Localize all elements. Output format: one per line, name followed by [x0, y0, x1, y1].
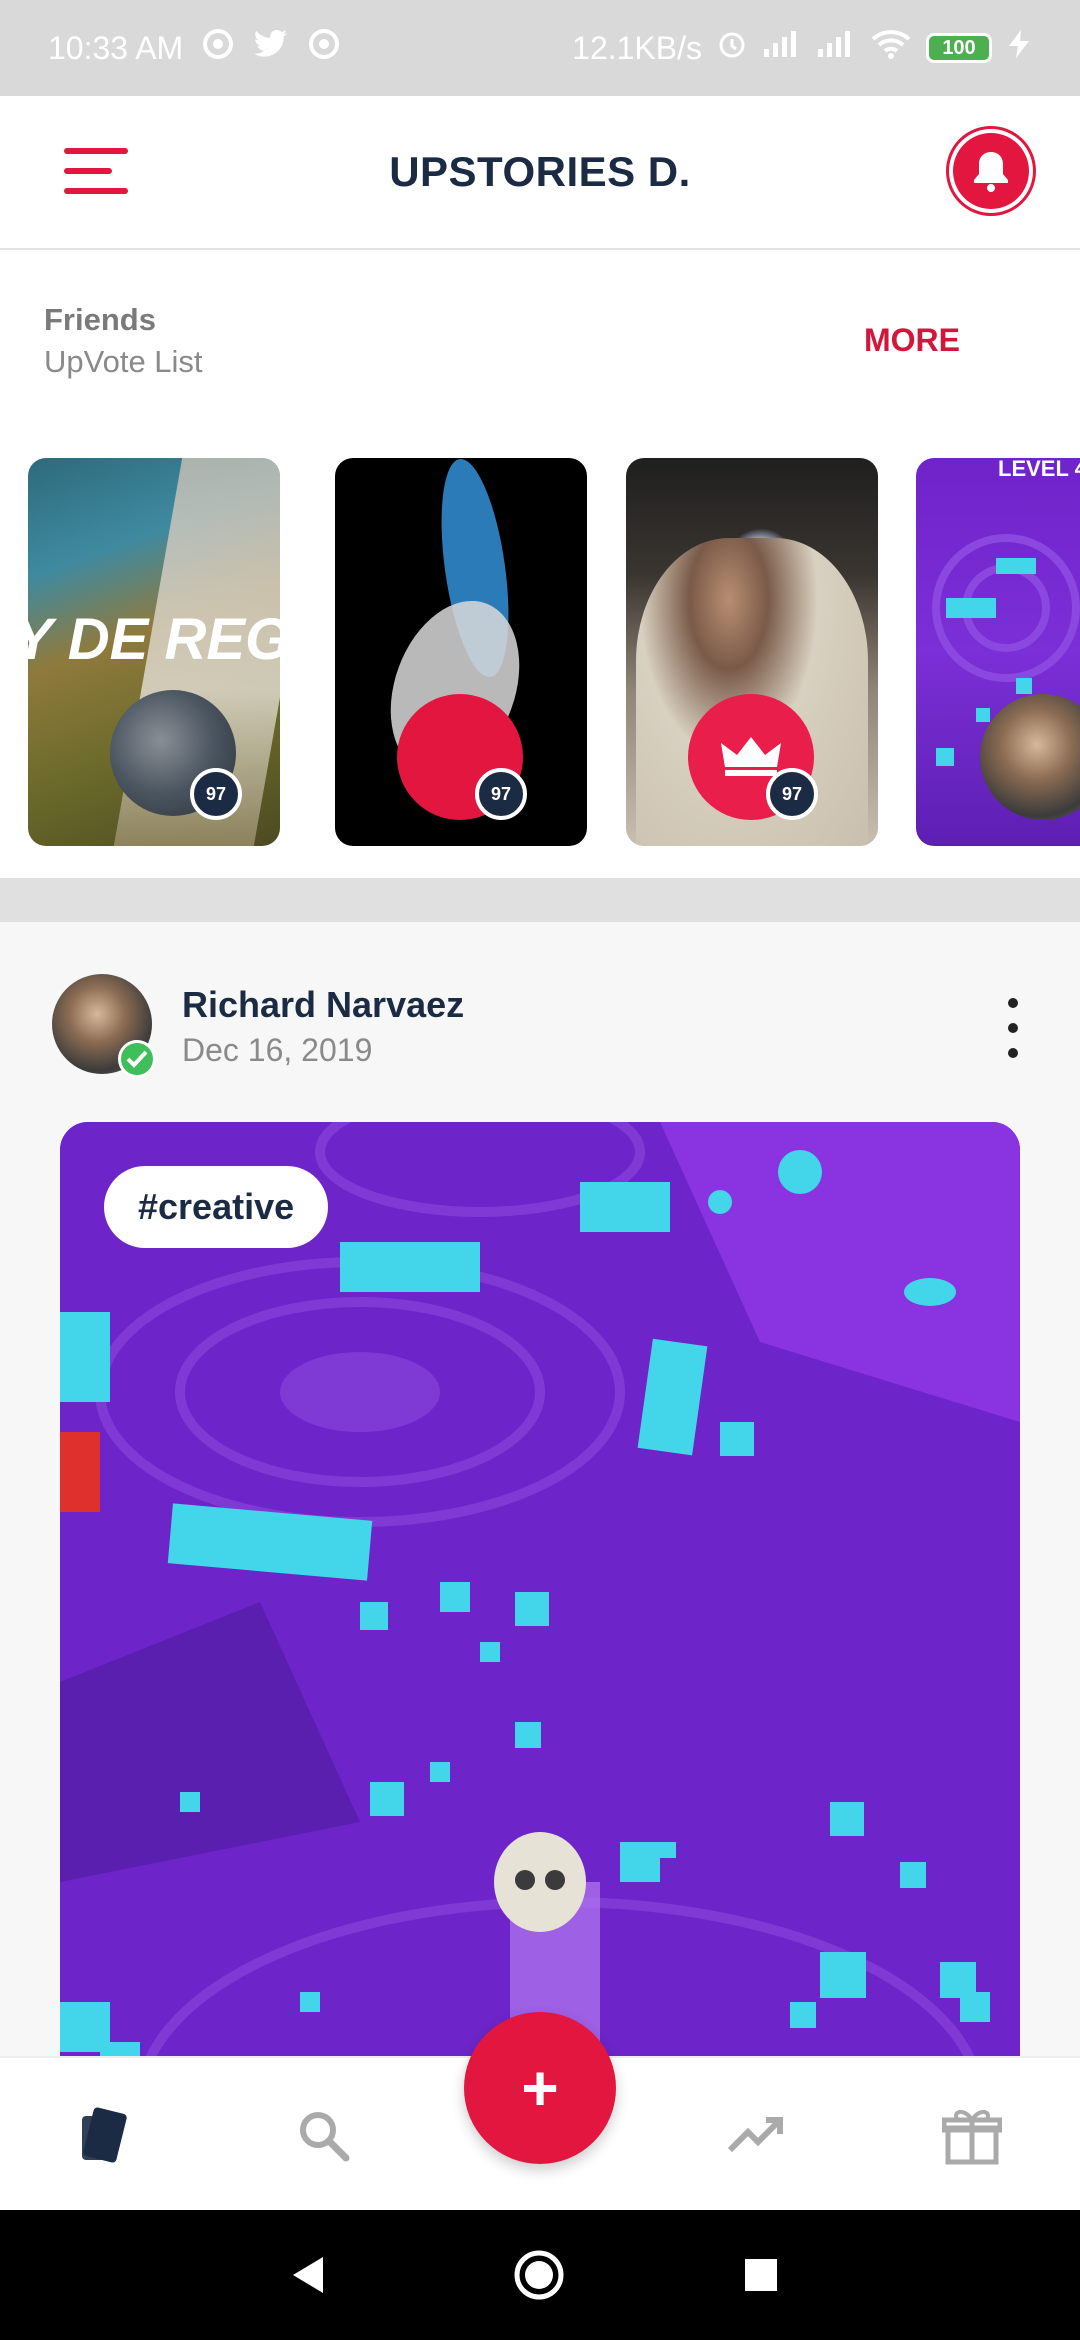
story-card[interactable]: 97 — [335, 458, 587, 846]
game-artwork — [60, 1122, 1020, 2082]
search-icon — [300, 2112, 350, 2162]
upvote-badge: 97 — [190, 768, 242, 820]
trending-tab[interactable] — [724, 2104, 788, 2168]
search-tab[interactable] — [292, 2104, 356, 2168]
battery-icon: 100 — [926, 33, 992, 63]
story-card[interactable]: Y DE REG 97 — [28, 458, 280, 846]
status-time: 10:33 AM — [48, 29, 184, 66]
friends-title: Friends — [44, 302, 156, 337]
notifications-button[interactable] — [946, 126, 1036, 216]
friends-section: Friends UpVote List MORE Y DE REG 97 97 — [0, 250, 1080, 878]
story-card[interactable]: LEVEL 4 — [916, 458, 1080, 846]
signal-icon — [762, 29, 802, 67]
post-date: Dec 16, 2019 — [182, 1032, 373, 1068]
verified-icon — [118, 1040, 156, 1078]
gift-tab[interactable] — [940, 2104, 1004, 2168]
app-title: UPSTORIES D. — [389, 148, 691, 195]
home-icon — [514, 2250, 564, 2300]
bell-icon — [974, 152, 1008, 192]
twitter-icon — [253, 28, 289, 68]
network-speed: 12.1KB/s — [572, 29, 702, 66]
system-nav-bar — [0, 2210, 1080, 2340]
stories-tab[interactable] — [76, 2104, 140, 2168]
app-screen: 10:33 AM 12.1KB/s 100 UPSTORIES D. Frien… — [0, 0, 1080, 2340]
recents-button[interactable] — [734, 2248, 788, 2302]
section-divider — [0, 878, 1080, 922]
more-link[interactable]: MORE — [864, 322, 960, 359]
upvote-badge: 97 — [766, 768, 818, 820]
recents-icon — [745, 2259, 777, 2291]
battery-level: 100 — [942, 36, 976, 59]
add-icon: + — [521, 2052, 559, 2124]
signal-icon — [816, 29, 856, 67]
back-icon — [293, 2257, 323, 2293]
story-overlay-text: Y DE REG — [28, 607, 280, 672]
back-button[interactable] — [282, 2248, 336, 2302]
status-bar: 10:33 AM 12.1KB/s 100 — [0, 0, 1080, 96]
upvote-badge: 97 — [475, 768, 527, 820]
wifi-icon — [870, 28, 912, 68]
author-name[interactable]: Richard Narvaez — [182, 984, 464, 1026]
story-card[interactable]: 97 — [626, 458, 878, 846]
trending-icon — [727, 2117, 783, 2153]
post-tag[interactable]: #creative — [104, 1166, 329, 1248]
add-button[interactable]: + — [464, 2012, 616, 2164]
charging-icon — [1006, 28, 1032, 68]
sync-icon — [201, 27, 235, 69]
gift-icon — [942, 2109, 1002, 2165]
post-card: Richard Narvaez Dec 16, 2019 #creative — [0, 922, 1080, 2082]
crown-icon — [721, 737, 781, 776]
post-image[interactable]: #creative — [60, 1122, 1020, 2082]
alarm-icon — [716, 28, 748, 68]
stories-icon — [82, 2107, 127, 2163]
app-header: UPSTORIES D. — [0, 96, 1080, 250]
home-button[interactable] — [512, 2248, 566, 2302]
more-options-icon[interactable] — [998, 998, 1028, 1058]
friends-subtitle: UpVote List — [44, 344, 203, 379]
sync-icon — [307, 27, 341, 69]
